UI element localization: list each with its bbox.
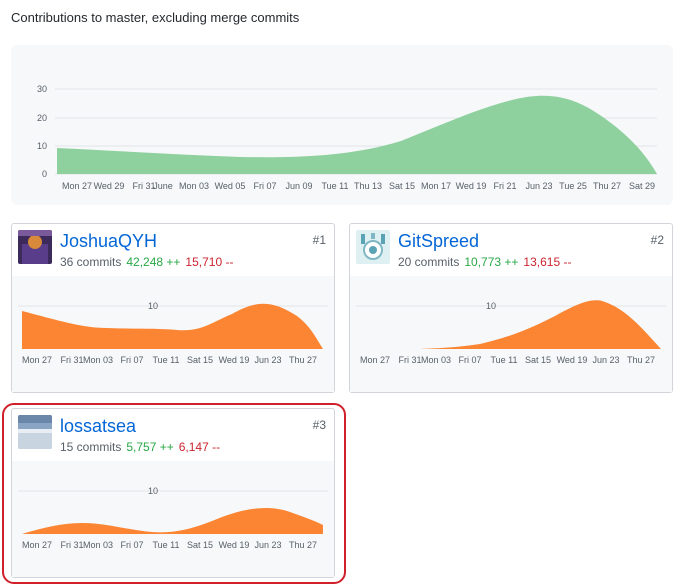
contributor-card-joshuaqyh: JoshuaQYH #1 36 commits 42,248 ++ 15,710 -…: [11, 223, 335, 393]
x-tick-label: Tue 25: [559, 181, 587, 191]
x-tick-label: Wed 29: [94, 181, 125, 191]
x-tick-label: Tue 11: [490, 355, 517, 365]
x-tick-label: Fri 21: [493, 181, 516, 191]
x-tick-label: Mon 17: [421, 181, 451, 191]
x-tick-label: Thu 27: [289, 355, 317, 365]
y-tick-label: 30: [37, 84, 47, 94]
y-tick-label: 20: [37, 113, 47, 123]
selection-highlight: [2, 403, 346, 584]
x-tick-label: Thu 13: [354, 181, 382, 191]
contributions-chart-svg: 0 10 20 30 Mon 27 Wed 29 Fri 31June Mon 03 Wed …: [37, 84, 657, 191]
x-tick-label: Sat 15: [389, 181, 415, 191]
x-tick-label: Sat 15: [187, 355, 213, 365]
x-tick-label: Fri 31: [398, 355, 421, 365]
x-tick-label: Jun 09: [285, 181, 312, 191]
x-tick-label: Jun 23: [525, 181, 552, 191]
contributor-stats: 20 commits 10,773 ++ 13,615 --: [398, 255, 571, 269]
x-tick-label: Mon 27: [22, 355, 52, 365]
contributor-area: [22, 303, 323, 349]
x-tick-label: Jun 23: [254, 355, 281, 365]
deletions-count: 15,710 --: [185, 255, 234, 269]
y-tick-label: 10: [486, 301, 496, 311]
x-tick-label: Wed 19: [456, 181, 487, 191]
x-tick-label: Mon 03: [179, 181, 209, 191]
x-tick-label: Thu 27: [627, 355, 655, 365]
x-tick-label: Thu 27: [593, 181, 621, 191]
x-tick-label: Wed 19: [219, 355, 250, 365]
commit-count: 36 commits: [60, 255, 122, 269]
contributor-name-link[interactable]: GitSpreed: [398, 231, 479, 252]
x-tick-label: Fri 31: [60, 355, 83, 365]
avatar[interactable]: [356, 230, 390, 264]
commit-count: 20 commits: [398, 255, 460, 269]
x-tick-label: Fri 07: [253, 181, 276, 191]
x-tick-label: Sat 29: [629, 181, 655, 191]
contributor-stats: 36 commits 42,248 ++ 15,710 --: [60, 255, 233, 269]
x-tick-label: Fri 07: [458, 355, 481, 365]
x-tick-label: Mon 03: [83, 355, 113, 365]
contributor-chart: 10 Mon 27 Fri 31 Mon 03 Fri 07 Tue 11 Sat 15 W…: [18, 301, 328, 365]
x-tick-label: Tue 11: [321, 181, 348, 191]
x-tick-label: Jun 23: [592, 355, 619, 365]
contributor-chart: 10 Mon 27 Fri 31 Mon 03 Fri 07 Tue 11 Sat 15 W…: [356, 300, 666, 365]
x-tick-label: June: [153, 181, 173, 191]
x-tick-label: Sat 15: [525, 355, 551, 365]
y-tick-label: 10: [37, 141, 47, 151]
x-tick-label: Mon 27: [62, 181, 92, 191]
contributor-card-gitspreed: GitSpreed #2 20 commits 10,773 ++ 13,615 -…: [349, 223, 673, 393]
x-tick-label: Wed 05: [215, 181, 246, 191]
x-tick-label: Mon 27: [360, 355, 390, 365]
x-tick-label: Fri 07: [120, 355, 143, 365]
x-tick-label: Mon 03: [421, 355, 451, 365]
contributions-area: [57, 95, 657, 174]
avatar[interactable]: [18, 230, 52, 264]
x-tick-label: Fri 31: [132, 181, 155, 191]
x-tick-label: Tue 11: [152, 355, 179, 365]
y-tick-label: 10: [148, 301, 158, 311]
x-tick-label: Wed 19: [557, 355, 588, 365]
deletions-count: 13,615 --: [523, 255, 572, 269]
contributor-rank: #1: [312, 233, 326, 247]
y-tick-label: 0: [42, 169, 47, 179]
contributor-name-link[interactable]: JoshuaQYH: [60, 231, 157, 252]
additions-count: 10,773 ++: [464, 255, 519, 269]
additions-count: 42,248 ++: [126, 255, 181, 269]
contributions-chart: 0 10 20 30 Mon 27 Wed 29 Fri 31 June Mon 03 Wed …: [11, 45, 673, 205]
contributor-area: [360, 300, 661, 349]
contributor-rank: #2: [650, 233, 664, 247]
page-heading: Contributions to master, excluding merge…: [11, 10, 300, 25]
